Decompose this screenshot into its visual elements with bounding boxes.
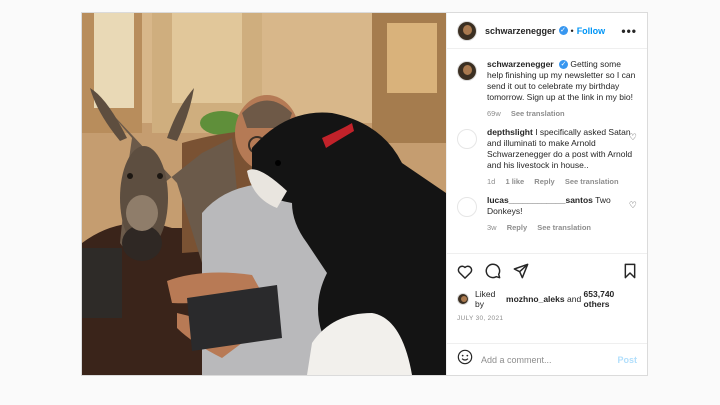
comment-likes[interactable]: 1 like [505,177,524,186]
commenter-avatar[interactable] [457,197,477,217]
instagram-post: schwarzenegger ✓ • Follow ••• schwarzene… [81,12,648,376]
caption-item: schwarzenegger ✓ Getting some help finis… [457,59,637,119]
comment-age[interactable]: 3w [487,223,497,232]
comment-age[interactable]: 1d [487,177,495,186]
caption-avatar[interactable] [457,61,477,81]
comment-see-translation[interactable]: See translation [537,223,591,232]
emoji-smile-icon[interactable] [457,349,473,370]
commenter-avatar[interactable] [457,129,477,149]
more-options-icon[interactable]: ••• [621,24,637,38]
post-photo[interactable] [82,13,446,375]
liked-by-prefix: Liked by [475,289,496,309]
header-separator: • [570,25,574,36]
partial-comment [457,241,637,247]
post-sidebar: schwarzenegger ✓ • Follow ••• schwarzene… [446,13,647,375]
comment-reply-button[interactable]: Reply [534,177,554,186]
comment-like-heart-icon[interactable]: ♡ [629,132,637,143]
comments-list[interactable]: schwarzenegger ✓ Getting some help finis… [447,49,647,253]
verified-badge-icon: ✓ [558,26,568,35]
photo-illustration [82,13,446,375]
liker-avatar[interactable] [457,293,469,305]
share-paper-plane-icon[interactable] [513,263,529,279]
caption-age[interactable]: 69w [487,109,501,118]
liked-by-joiner: and [566,294,582,304]
comment-item: depthslight I specifically asked Satan a… [457,127,637,187]
add-comment-input[interactable] [481,354,618,365]
author-avatar[interactable] [457,20,477,41]
liked-by: Liked by mozhno_aleks and 653,740 others [457,289,637,309]
author-username[interactable]: schwarzenegger [485,26,556,36]
comment-bubble-icon[interactable] [485,263,501,279]
verified-badge-icon: ✓ [559,60,568,70]
add-comment-bar: Post [447,343,647,375]
post-header: schwarzenegger ✓ • Follow ••• [447,13,647,49]
post-actions: Liked by mozhno_aleks and 653,740 others… [447,253,647,343]
post-date[interactable]: JULY 30, 2021 [457,315,637,322]
follow-button[interactable]: Follow [577,26,606,36]
save-bookmark-icon[interactable] [623,263,637,279]
comment-username[interactable]: depthslight [487,127,533,137]
comment-like-heart-icon[interactable]: ♡ [629,200,637,211]
liked-by-count[interactable]: 653,740 others [584,289,637,309]
caption-username[interactable]: schwarzenegger [487,59,554,69]
comment-username[interactable]: lucas____________santos [487,195,593,205]
caption-see-translation[interactable]: See translation [511,109,565,118]
comment-item: lucas____________santos Two Donkeys! 3w … [457,195,637,233]
comment-reply-button[interactable]: Reply [507,223,527,232]
like-heart-icon[interactable] [457,264,473,279]
comment-see-translation[interactable]: See translation [565,177,619,186]
liked-by-user[interactable]: mozhno_aleks [506,294,565,304]
post-comment-button[interactable]: Post [617,355,637,365]
